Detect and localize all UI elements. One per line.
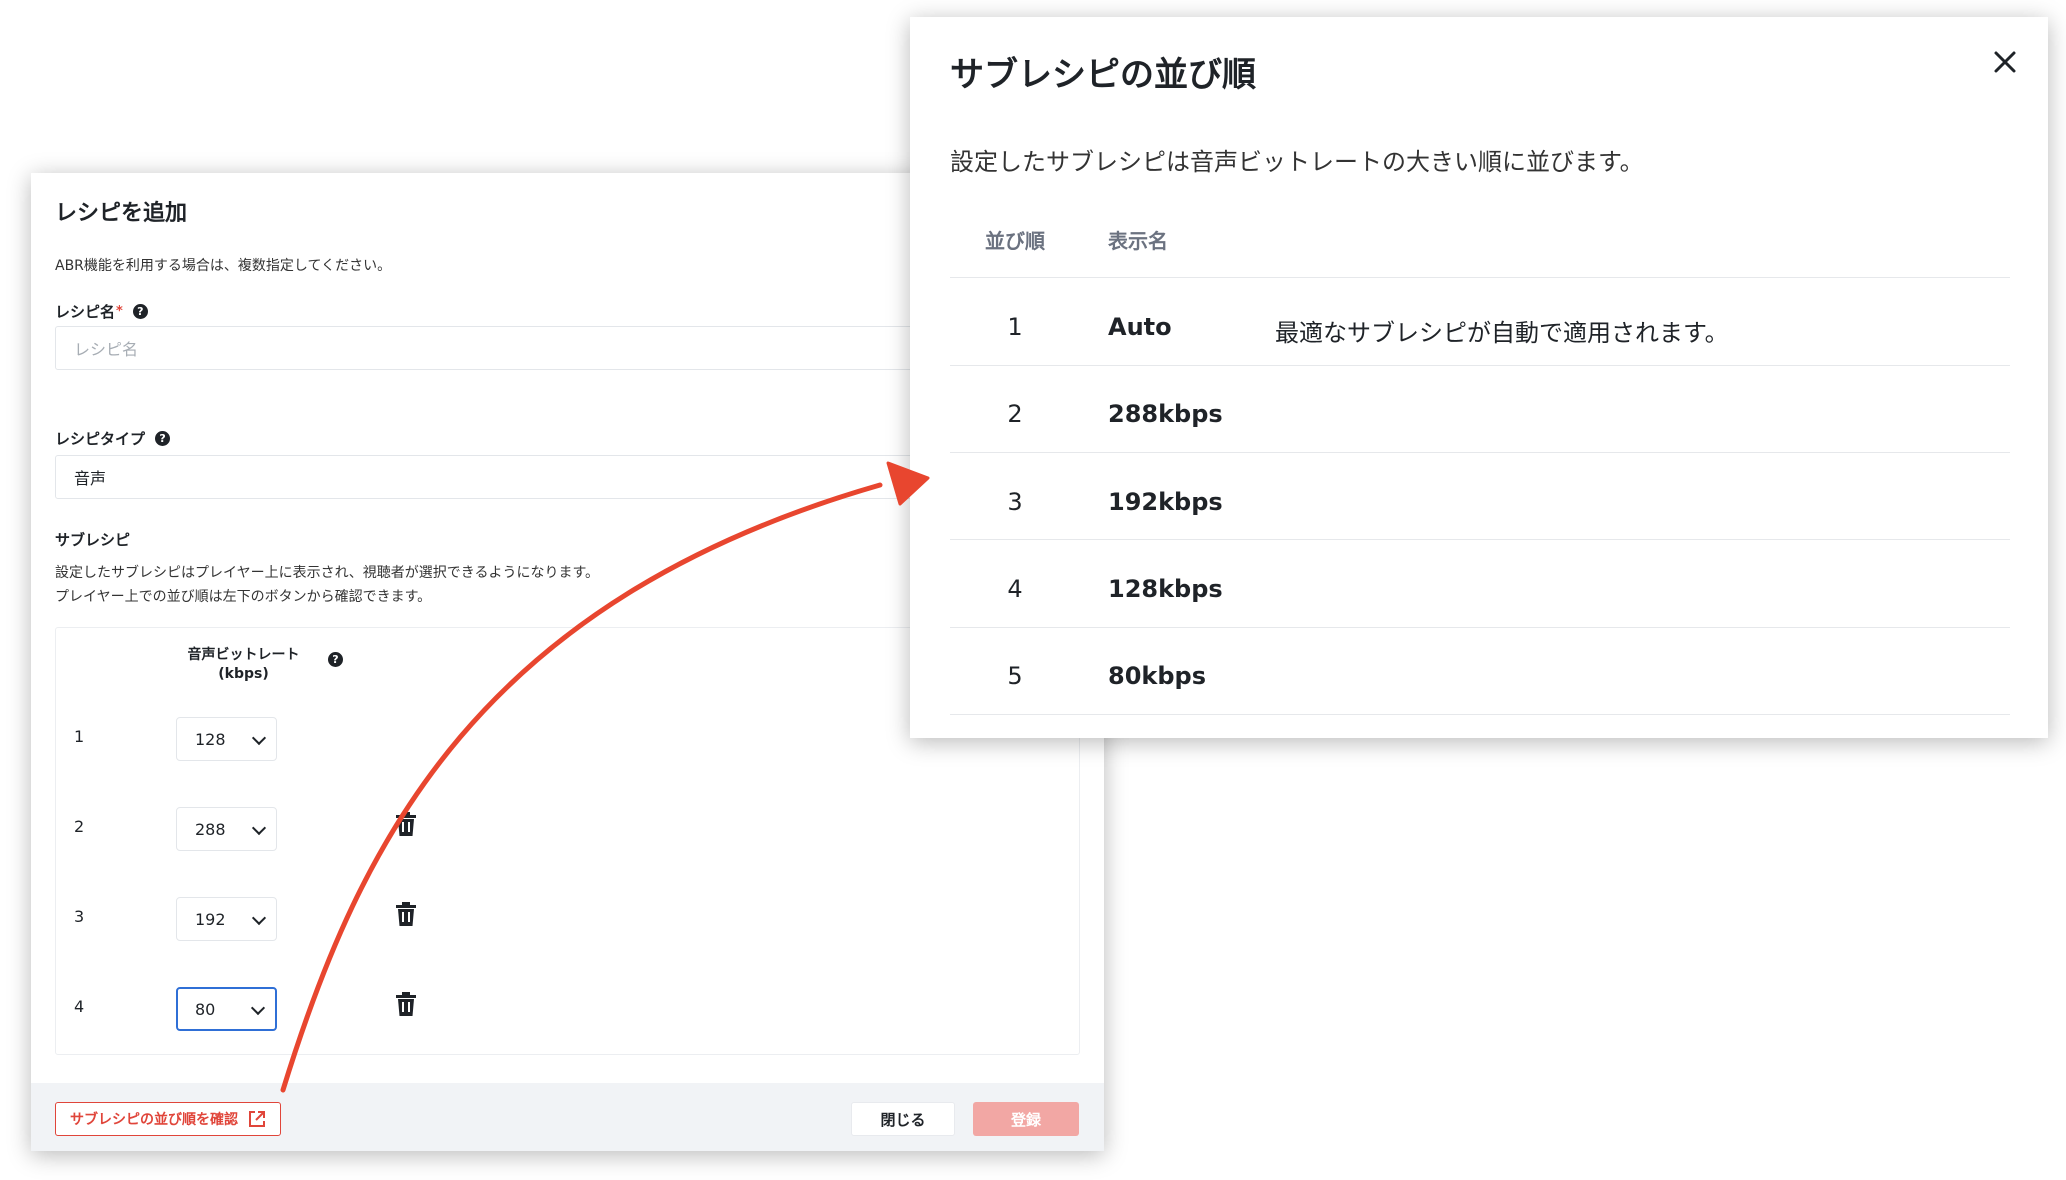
bitrate-select[interactable]: 128: [176, 717, 277, 761]
close-button[interactable]: 閉じる: [851, 1102, 955, 1136]
subrecipe-desc-line1: 設定したサブレシピはプレイヤー上に表示され、視聴者が選択できるようになります。: [55, 565, 600, 581]
table-divider: [950, 365, 2010, 366]
register-button[interactable]: 登録: [973, 1102, 1079, 1136]
recipe-name-placeholder: レシピ名: [74, 340, 139, 359]
table-divider: [950, 627, 2010, 628]
help-icon[interactable]: ?: [155, 431, 171, 446]
chevron-down-icon: [251, 820, 267, 836]
order-cell: 5: [1007, 662, 1023, 690]
recipe-type-value: 音声: [74, 469, 107, 488]
dialog-description: ABR機能を利用する場合は、複数指定してください。: [55, 258, 392, 274]
bitrate-header-line1: 音声ビットレート: [187, 647, 300, 663]
dialog-description: 設定したサブレシピは音声ビットレートの大きい順に並びます。: [950, 148, 1644, 176]
bitrate-column-header: 音声ビットレート (kbps): [176, 646, 311, 684]
check-subrecipe-order-button[interactable]: サブレシピの並び順を確認: [55, 1102, 281, 1136]
help-icon[interactable]: ?: [328, 652, 343, 667]
trash-icon[interactable]: [396, 902, 416, 926]
order-cell: 4: [1007, 575, 1023, 603]
row-number: 2: [74, 817, 85, 836]
order-cell: 1: [1007, 313, 1023, 341]
close-icon[interactable]: [1988, 45, 2022, 79]
display-name-cell: 192kbps: [1108, 488, 1223, 516]
table-divider: [950, 452, 2010, 453]
column-header-display-name: 表示名: [1108, 229, 1168, 253]
dialog-footer: サブレシピの並び順を確認 閉じる 登録: [31, 1083, 1104, 1151]
chevron-down-icon: [250, 1000, 266, 1016]
trash-icon[interactable]: [396, 992, 416, 1016]
row-number: 1: [74, 727, 85, 746]
bitrate-select[interactable]: 80: [176, 987, 277, 1031]
row-number: 4: [74, 997, 85, 1016]
subrecipe-label-text: サブレシピ: [55, 531, 131, 549]
bitrate-header-line2: (kbps): [218, 666, 269, 682]
display-name-cell: 288kbps: [1108, 400, 1223, 428]
bitrate-value: 288: [195, 819, 226, 839]
dialog-title: サブレシピの並び順: [950, 55, 1256, 95]
column-header-order: 並び順: [985, 229, 1045, 253]
trash-icon[interactable]: [396, 812, 416, 836]
display-name-cell: Auto: [1108, 313, 1172, 341]
chevron-down-icon: [251, 730, 267, 746]
recipe-type-label: レシピタイプ ?: [55, 428, 171, 449]
table-divider: [950, 714, 2010, 715]
note-cell: 最適なサブレシピが自動で適用されます。: [1275, 319, 1729, 347]
table-divider: [950, 277, 2010, 278]
order-cell: 2: [1007, 400, 1023, 428]
subrecipe-label: サブレシピ: [55, 529, 130, 550]
check-subrecipe-order-label: サブレシピの並び順を確認: [70, 1112, 238, 1128]
order-cell: 3: [1007, 488, 1023, 516]
required-mark: *: [116, 304, 123, 319]
table-divider: [950, 539, 2010, 540]
bitrate-value: 192: [195, 909, 226, 929]
bitrate-value: 80: [195, 999, 216, 1019]
subrecipe-order-dialog: サブレシピの並び順 設定したサブレシピは音声ビットレートの大きい順に並びます。 …: [910, 17, 2048, 738]
chevron-down-icon: [251, 910, 267, 926]
bitrate-select[interactable]: 192: [176, 897, 277, 941]
display-name-cell: 80kbps: [1108, 662, 1207, 690]
help-icon[interactable]: ?: [132, 304, 148, 319]
external-link-icon: [249, 1111, 265, 1127]
row-number: 3: [74, 907, 85, 926]
recipe-type-label-text: レシピタイプ: [55, 430, 146, 448]
recipe-name-label: レシピ名 * ?: [55, 301, 148, 322]
subrecipe-desc-line2: プレイヤー上での並び順は左下のボタンから確認できます。: [55, 589, 432, 605]
bitrate-select[interactable]: 288: [176, 807, 277, 851]
dialog-title: レシピを追加: [55, 201, 188, 226]
recipe-name-label-text: レシピ名: [55, 303, 116, 321]
display-name-cell: 128kbps: [1108, 575, 1223, 603]
bitrate-value: 128: [195, 729, 226, 749]
subrecipe-description: 設定したサブレシピはプレイヤー上に表示され、視聴者が選択できるようになります。 …: [55, 561, 599, 609]
